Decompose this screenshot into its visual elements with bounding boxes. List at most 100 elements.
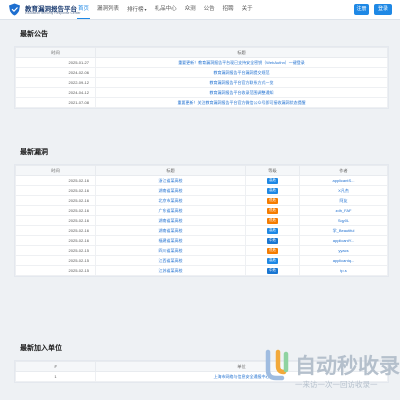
table-row: 2025-02-16 福建省某高校 中危 applicantY... <box>15 235 388 246</box>
vuln-level-cell: 低危 <box>245 245 300 256</box>
vuln-level-cell: 中危 <box>245 265 300 276</box>
units-panel: # 单位 1 上海市网络与信息安全通报中心 <box>14 360 389 383</box>
vuln-author-link[interactable]: applicantq... <box>299 255 388 266</box>
severity-badge: 低危 <box>267 208 278 214</box>
top-navbar: 教育漏洞报告平台 Education Security Response Cen… <box>0 0 400 20</box>
vuln-author-link[interactable]: X凡杰 <box>299 185 388 196</box>
column-header: 标题 <box>95 165 246 176</box>
announcements-title: 最新公告 <box>20 31 48 38</box>
table-row: 2025-02-16 浙江省某高校 高危 applicantS... <box>15 175 388 186</box>
unit-name-link[interactable]: 上海市网络与信息安全通报中心 <box>95 371 388 382</box>
nav-crowdtest[interactable]: 众测 <box>181 0 200 19</box>
vuln-level-cell: 高危 <box>245 175 300 186</box>
vuln-level-cell: 中危 <box>245 235 300 246</box>
units-title: 最新加入单位 <box>20 345 62 352</box>
table-row: 2022-09-12 教育漏洞报告平台官方联系方式一览 <box>15 77 388 88</box>
column-header: 单位 <box>95 361 388 372</box>
vuln-author-link[interactable]: 阿友 <box>299 195 388 206</box>
nav-vuln-list[interactable]: 漏洞列表 <box>93 0 123 19</box>
announcements-table: 时间 标题 2025-01-27 重要更新！教育漏洞报告平台现已支持安全密钥（We… <box>15 47 388 108</box>
table-row: 2025-02-15 江西省某高校 高危 applicantq... <box>15 255 388 266</box>
vuln-title-link[interactable]: 湖南省某高校 <box>95 225 246 236</box>
vuln-title-link[interactable]: 北京市某高校 <box>95 195 246 206</box>
vuln-title-link[interactable]: 江苏省某高校 <box>95 265 246 276</box>
table-row: 1 上海市网络与信息安全通报中心 <box>15 371 388 382</box>
table-row: 2025-01-27 重要更新！教育漏洞报告平台现已支持安全密钥（WebAuthn… <box>15 57 388 68</box>
nav-gift-center[interactable]: 礼品中心 <box>151 0 181 19</box>
announcement-time: 2021-07-08 <box>15 97 96 108</box>
announcement-title-link[interactable]: 教育漏洞报告平台官方联系方式一览 <box>95 77 388 88</box>
vuln-title-link[interactable]: 江西省某高校 <box>95 255 246 266</box>
table-row: 2025-02-16 北京市某高校 低危 阿友 <box>15 195 388 206</box>
table-row: 2025-02-15 江苏省某高校 中危 tp.s <box>15 265 388 276</box>
severity-badge: 高危 <box>267 188 278 194</box>
severity-badge: 中危 <box>267 268 278 274</box>
announcement-time: 2022-09-12 <box>15 77 96 88</box>
vuln-time: 2025-02-15 <box>15 245 96 256</box>
nav-ranking[interactable]: 排行榜▾ <box>123 0 151 19</box>
nav-home[interactable]: 首页 <box>74 0 93 19</box>
vuln-title-link[interactable]: 浙江省某高校 <box>95 175 246 186</box>
severity-badge: 高危 <box>267 228 278 234</box>
vuln-time: 2025-02-16 <box>15 225 96 236</box>
severity-badge: 高危 <box>267 258 278 264</box>
vuln-level-cell: 高危 <box>245 225 300 236</box>
vuln-time: 2025-02-16 <box>15 215 96 226</box>
table-row: 2021-07-08 重要更新！关注教育漏洞报告平台官方微信公众号即可接收漏洞状态… <box>15 97 388 108</box>
vuln-title-link[interactable]: 四川省某高校 <box>95 245 246 256</box>
announcements-panel: 时间 标题 2025-01-27 重要更新！教育漏洞报告平台现已支持安全密钥（We… <box>14 46 389 109</box>
vuln-author-link[interactable]: zdh_FAF <box>299 205 388 216</box>
announcement-title-link[interactable]: 教育漏洞报告平台漏洞提交规范 <box>95 67 388 78</box>
vuln-time: 2025-02-15 <box>15 255 96 266</box>
announcement-title-link[interactable]: 教育漏洞报告平台收录范围调整通知 <box>95 87 388 98</box>
vuln-time: 2025-02-16 <box>15 235 96 246</box>
severity-badge: 低危 <box>267 218 278 224</box>
vuln-title-link[interactable]: 广东省某高校 <box>95 205 246 216</box>
severity-badge: 中危 <box>267 238 278 244</box>
vuln-level-cell: 高危 <box>245 255 300 266</box>
register-button[interactable]: 注册 <box>354 4 369 15</box>
chevron-down-icon: ▾ <box>144 7 147 12</box>
vuln-title-link[interactable]: 湖南省某高校 <box>95 215 246 226</box>
announcement-title-link[interactable]: 重要更新！关注教育漏洞报告平台官方微信公众号即可接收漏洞状态提醒 <box>95 97 388 108</box>
vuln-author-link[interactable]: tp.s <box>299 265 388 276</box>
table-row: 2025-02-16 湖南省某高校 低危 Sqy0L <box>15 215 388 226</box>
vuln-author-link[interactable]: yyacs <box>299 245 388 256</box>
vuln-author-link[interactable]: Sqy0L <box>299 215 388 226</box>
vuln-author-link[interactable]: applicantY... <box>299 235 388 246</box>
announcement-time: 2024-04-12 <box>15 87 96 98</box>
table-header-row: 时间 标题 <box>15 47 388 58</box>
nav-ranking-label: 排行榜 <box>127 7 144 13</box>
units-table: # 单位 1 上海市网络与信息安全通报中心 <box>15 361 388 382</box>
vuln-level-cell: 低危 <box>245 195 300 206</box>
table-row: 2024-02-06 教育漏洞报告平台漏洞提交规范 <box>15 67 388 78</box>
vuln-author-link[interactable]: applicantS... <box>299 175 388 186</box>
shield-logo-icon[interactable] <box>7 3 22 16</box>
announcement-title-link[interactable]: 重要更新！教育漏洞报告平台现已支持安全密钥（WebAuthn）一键登录 <box>95 57 388 68</box>
vulns-table: 时间 标题 等级 作者 2025-02-16 浙江省某高校 高危 applicantS… <box>15 165 388 276</box>
vuln-level-cell: 高危 <box>245 185 300 196</box>
vuln-author-link[interactable]: 学_Beautiful <box>299 225 388 236</box>
table-header-row: # 单位 <box>15 361 388 372</box>
table-row: 2025-02-16 湖南省某高校 高危 X凡杰 <box>15 185 388 196</box>
column-header: 作者 <box>299 165 388 176</box>
table-row: 2025-02-16 广东省某高校 低危 zdh_FAF <box>15 205 388 216</box>
table-row: 2025-02-16 湖南省某高校 高危 学_Beautiful <box>15 225 388 236</box>
severity-badge: 高危 <box>267 178 278 184</box>
nav-announcements[interactable]: 公告 <box>200 0 219 19</box>
column-header: 等级 <box>245 165 300 176</box>
nav-about[interactable]: 关于 <box>238 0 257 19</box>
vuln-title-link[interactable]: 湖南省某高校 <box>95 185 246 196</box>
vulns-panel: 时间 标题 等级 作者 2025-02-16 浙江省某高校 高危 applicantS… <box>14 164 389 277</box>
announcement-time: 2024-02-06 <box>15 67 96 78</box>
vuln-title-link[interactable]: 福建省某高校 <box>95 235 246 246</box>
column-header: 标题 <box>95 47 388 58</box>
table-header-row: 时间 标题 等级 作者 <box>15 165 388 176</box>
severity-badge: 低危 <box>267 198 278 204</box>
login-button[interactable]: 登录 <box>374 4 392 15</box>
column-header: # <box>15 361 96 372</box>
vuln-time: 2025-02-16 <box>15 175 96 186</box>
vuln-time: 2025-02-16 <box>15 195 96 206</box>
unit-index: 1 <box>15 371 96 382</box>
nav-jobs[interactable]: 招聘 <box>219 0 238 19</box>
